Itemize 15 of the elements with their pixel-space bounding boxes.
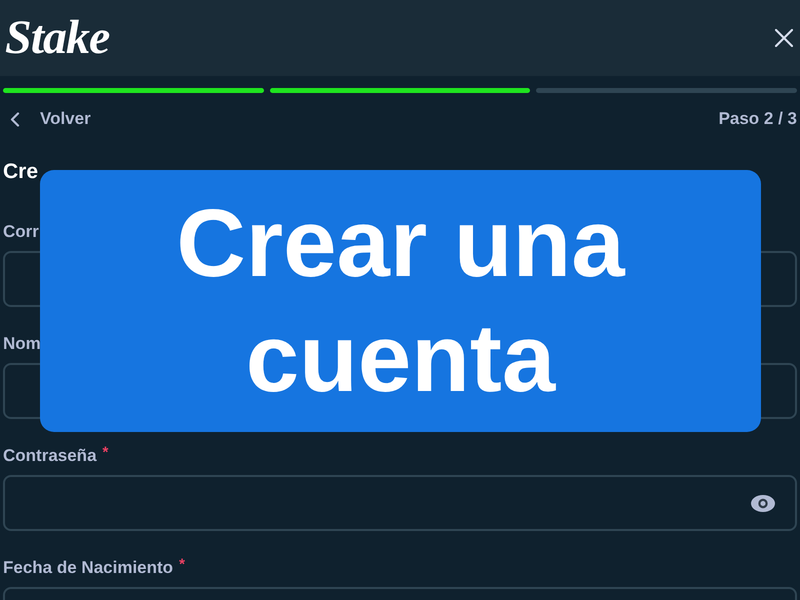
field-label: Corr bbox=[3, 222, 39, 242]
required-mark: * bbox=[102, 446, 108, 460]
close-icon[interactable] bbox=[775, 29, 793, 47]
required-mark: * bbox=[179, 558, 185, 572]
back-button[interactable]: Volver bbox=[10, 107, 91, 131]
eye-icon[interactable] bbox=[751, 494, 775, 512]
page-heading: Cre bbox=[3, 160, 38, 183]
field-label: Nom bbox=[3, 334, 41, 354]
step-counter: Paso 2 / 3 bbox=[718, 108, 797, 130]
logo: Stake bbox=[5, 14, 110, 62]
chevron-left-icon bbox=[10, 112, 20, 126]
field-label: Fecha de Nacimiento bbox=[3, 558, 174, 578]
input-field[interactable] bbox=[3, 475, 797, 531]
field-label: Contraseña bbox=[3, 446, 97, 466]
caption-overlay: Crear una cuenta bbox=[40, 170, 761, 432]
